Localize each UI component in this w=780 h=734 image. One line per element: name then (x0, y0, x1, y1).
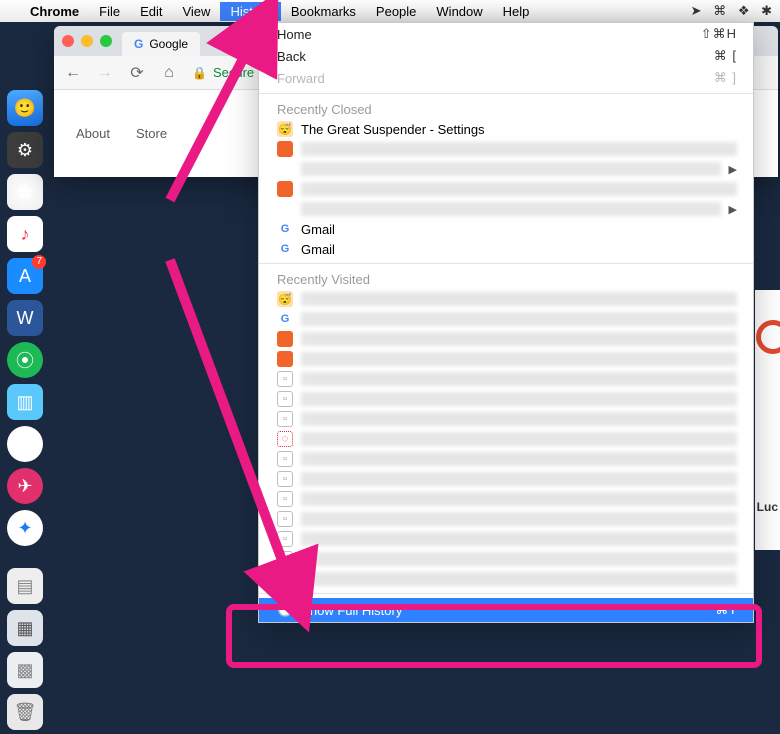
app-icon[interactable]: ✈ (7, 468, 43, 504)
blurred-label (301, 292, 737, 306)
section-recently-closed: Recently Closed (259, 98, 753, 119)
menu-bookmarks[interactable]: Bookmarks (281, 2, 366, 21)
blurred-label (301, 162, 721, 176)
music-icon[interactable]: ♪ (7, 216, 43, 252)
blurred-label (301, 512, 737, 526)
blurred-label (301, 352, 737, 366)
back-icon[interactable]: ← (64, 64, 82, 82)
history-item[interactable]: ▶ (259, 159, 753, 179)
menu-edit[interactable]: Edit (130, 2, 172, 21)
minimize-window-button[interactable] (81, 35, 93, 47)
spotify-icon[interactable]: ⦿ (7, 342, 43, 378)
blurred-label (301, 412, 737, 426)
history-item[interactable] (259, 179, 753, 199)
history-item[interactable]: 😴The Great Suspender - Settings (259, 119, 753, 139)
word-icon[interactable]: W (7, 300, 43, 336)
blurred-label (301, 202, 721, 216)
reload-icon[interactable]: ⟳ (128, 63, 146, 83)
menu-home[interactable]: Home ⇧⌘H (259, 23, 753, 45)
right-window-peek: Luc (755, 290, 780, 550)
shortcut: ⌘ [ (714, 48, 737, 64)
separator (259, 93, 753, 94)
blurred-label (301, 392, 737, 406)
window-controls (62, 35, 112, 47)
history-item[interactable] (259, 139, 753, 159)
menu-file[interactable]: File (89, 2, 130, 21)
blurred-label (301, 552, 737, 566)
annotation-arrow-top (150, 20, 290, 225)
stack-icon[interactable]: ▦ (7, 610, 43, 646)
blurred-label (301, 312, 737, 326)
macos-dock: 🙂 ⚙ ✿ ♪ A7 W ⦿ ▥ ◉ ✈ ✦ ▤ ▦ ▩ 🗑 (2, 90, 48, 730)
blurred-label (301, 492, 737, 506)
annotation-arrow-bottom (155, 250, 335, 625)
stack2-icon[interactable]: ▩ (7, 652, 43, 688)
dropbox-icon[interactable]: ❖ (738, 3, 750, 18)
history-label: Gmail (301, 222, 335, 237)
zoom-window-button[interactable] (100, 35, 112, 47)
close-window-button[interactable] (62, 35, 74, 47)
finder-icon[interactable]: 🙂 (7, 90, 43, 126)
menu-forward: Forward ⌘ ] (259, 67, 753, 89)
history-item[interactable]: GGmail (259, 219, 753, 239)
shortcut: ⌘ ] (714, 70, 737, 86)
files-icon[interactable]: ▥ (7, 384, 43, 420)
safari-icon[interactable]: ✦ (7, 510, 43, 546)
menubar-tray: ➤ ⌘ ❖ ✱ (683, 3, 772, 19)
bluetooth-icon[interactable]: ✱ (761, 3, 772, 18)
menu-help[interactable]: Help (493, 2, 540, 21)
blurred-label (301, 572, 737, 586)
photos-icon[interactable]: ✿ (7, 174, 43, 210)
peek-text: Luc (757, 500, 778, 514)
menu-history[interactable]: History (220, 2, 280, 21)
blurred-label (301, 332, 737, 346)
menu-back[interactable]: Back ⌘ [ (259, 45, 753, 67)
blurred-label (301, 182, 737, 196)
forward-icon: → (96, 64, 114, 82)
tray-icon[interactable]: ➤ (691, 3, 702, 18)
history-label: The Great Suspender - Settings (301, 122, 485, 137)
badge: 7 (32, 255, 46, 269)
history-item[interactable]: ▶ (259, 199, 753, 219)
app-name[interactable]: Chrome (20, 2, 89, 21)
red-circle-icon (756, 320, 780, 354)
cloud-icon[interactable]: ⌘ (713, 3, 726, 18)
settings-icon[interactable]: ⚙ (7, 132, 43, 168)
macos-menubar: Chrome File Edit View History Bookmarks … (0, 0, 780, 22)
nav-about[interactable]: About (76, 126, 110, 141)
blurred-label (301, 472, 737, 486)
trash-icon[interactable]: 🗑 (7, 694, 43, 730)
blurred-label (301, 532, 737, 546)
menu-view[interactable]: View (172, 2, 220, 21)
blurred-label (301, 142, 737, 156)
google-favicon-icon: G (134, 37, 143, 51)
blurred-label (301, 432, 737, 446)
doc-icon[interactable]: ▤ (7, 568, 43, 604)
shortcut: ⇧⌘H (701, 26, 737, 42)
appstore-icon[interactable]: A7 (7, 258, 43, 294)
chrome-icon[interactable]: ◉ (7, 426, 43, 462)
menu-window[interactable]: Window (426, 2, 492, 21)
submenu-chevron-icon: ▶ (729, 203, 737, 216)
submenu-chevron-icon: ▶ (729, 163, 737, 176)
menu-people[interactable]: People (366, 2, 426, 21)
blurred-label (301, 372, 737, 386)
blurred-label (301, 452, 737, 466)
